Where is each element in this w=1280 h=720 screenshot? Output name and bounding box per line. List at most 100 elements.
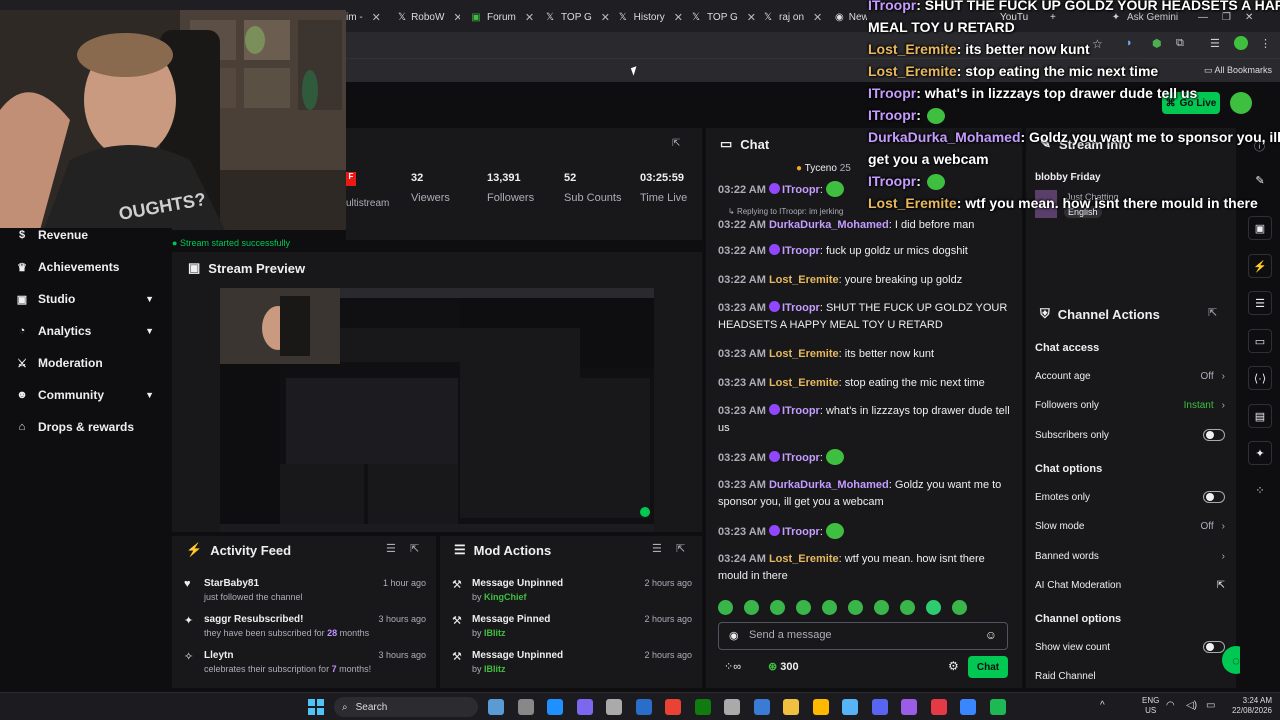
followers-only-row[interactable]: Followers only Instant › xyxy=(1035,394,1225,416)
close-tab-icon[interactable]: ✕ xyxy=(674,11,683,24)
browser-tab[interactable]: 𝕏 TOP G ✕ xyxy=(690,6,756,28)
mod-action-row[interactable]: ⚒ Message Unpinned by KingChief 2 hours ago xyxy=(440,578,702,614)
taskbar-app-icon[interactable] xyxy=(901,699,917,715)
taskbar-app-icon[interactable] xyxy=(753,699,770,715)
chat-settings-icon[interactable]: ◉ xyxy=(729,629,739,642)
taskbar-app-icon[interactable] xyxy=(724,699,740,715)
emote-picker-icon[interactable] xyxy=(718,600,733,615)
quick-action-tools-icon[interactable]: ✦ xyxy=(1248,441,1272,465)
sidebar-item-revenue[interactable]: $ Revenue xyxy=(0,219,172,251)
mod-action-row[interactable]: ⚒ Message Unpinned by IBlitz 2 hours ago xyxy=(440,650,702,686)
community-points-icon[interactable]: ⁘∞ xyxy=(724,660,741,673)
filter-icon[interactable]: ☰ xyxy=(652,542,662,555)
chat-message[interactable]: 03:23 AM Lost_Eremite: its better now ku… xyxy=(718,346,1014,363)
taskbar-app-icon[interactable] xyxy=(576,699,593,715)
battery-icon[interactable]: ▭ xyxy=(1206,700,1215,711)
chat-message[interactable]: 03:23 AM DurkaDurka_Mohamed: Goldz you w… xyxy=(718,477,1014,511)
emote-picker-icon[interactable] xyxy=(796,600,811,615)
chat-message[interactable]: 03:22 AM DurkaDurka_Mohamed: I did befor… xyxy=(718,217,1014,234)
language-indicator[interactable]: ENG US xyxy=(1142,696,1159,716)
filter-icon[interactable]: ☰ xyxy=(386,542,396,555)
chat-message[interactable]: 03:23 AM Lost_Eremite: stop eating the m… xyxy=(718,375,1014,392)
browser-tab[interactable]: 𝕏 RoboW ✕ xyxy=(398,6,460,28)
quick-action-video-icon[interactable]: ▣ xyxy=(1248,216,1272,240)
taskbar-app-icon[interactable] xyxy=(842,699,858,715)
sidebar-item-studio[interactable]: ▣ Studio ▼ xyxy=(0,283,172,315)
chat-input[interactable]: ◉ Send a message ☺ xyxy=(718,622,1008,650)
popout-icon[interactable]: ⇱ xyxy=(672,138,680,149)
taskbar-app-icon[interactable] xyxy=(930,699,947,715)
stream-preview-video[interactable] xyxy=(220,288,654,532)
send-chat-button[interactable]: Chat xyxy=(968,656,1008,678)
subscribers-only-toggle[interactable] xyxy=(1203,429,1225,441)
mod-action-row[interactable]: ⚒ Message Pinned by IBlitz 2 hours ago xyxy=(440,614,702,650)
activity-row[interactable]: ♥ StarBaby81 just followed the channel 1 ho… xyxy=(172,578,436,614)
chat-message[interactable]: 03:22 AM Lost_Eremite: youre breaking up… xyxy=(718,272,1014,289)
close-tab-icon[interactable]: ✕ xyxy=(453,11,460,24)
taskbar-app-icon[interactable] xyxy=(812,699,829,715)
activity-row[interactable]: ✦ saggr Resubscribed! they have been subsc… xyxy=(172,614,436,650)
browser-tab[interactable]: 𝕏 TOP G ✕ xyxy=(544,6,610,28)
emote-picker-icon[interactable] xyxy=(900,600,915,615)
taskbar-app-icon[interactable] xyxy=(665,699,681,715)
taskbar-app-icon[interactable] xyxy=(960,699,976,715)
emoji-icon[interactable]: ☺ xyxy=(985,628,997,642)
points-balance[interactable]: ⊛ 300 xyxy=(768,660,799,673)
emote-picker-icon[interactable] xyxy=(744,600,759,615)
taskbar-app-icon[interactable] xyxy=(694,699,711,715)
sidebar-item-drops-rewards[interactable]: ⌂ Drops & rewards xyxy=(0,411,172,443)
popout-icon[interactable]: ⇱ xyxy=(676,542,685,555)
wifi-icon[interactable]: ◠ xyxy=(1166,700,1175,711)
taskbar-app-icon[interactable] xyxy=(488,699,504,715)
sidebar-item-achievements[interactable]: ♛ Achievements xyxy=(0,251,172,283)
close-tab-icon[interactable]: ✕ xyxy=(525,11,534,24)
taskbar-app-icon[interactable] xyxy=(517,699,534,715)
close-tab-icon[interactable]: ✕ xyxy=(601,11,610,24)
chat-message[interactable]: 03:24 AM Lost_Eremite: wtf you mean. how… xyxy=(718,551,1014,585)
view-count-toggle[interactable] xyxy=(1203,641,1225,653)
emote-picker-icon[interactable] xyxy=(952,600,967,615)
chat-message[interactable]: 03:23 AM ITroopr: xyxy=(718,449,1014,467)
taskbar-app-icon[interactable] xyxy=(635,699,652,715)
emotes-only-toggle[interactable] xyxy=(1203,491,1225,503)
taskbar-search[interactable]: ⌕ Search xyxy=(334,697,478,717)
browser-tab[interactable]: im - ✕ xyxy=(346,6,390,28)
activity-row[interactable]: ✧ Lleytn celebrates their subscription for… xyxy=(172,650,436,686)
browser-tab[interactable]: 𝕏raj on ✕ xyxy=(762,6,828,28)
chat-message[interactable]: 03:22 AM ITroopr: fuck up goldz ur mics … xyxy=(718,243,1014,260)
emote-picker-icon[interactable] xyxy=(770,600,785,615)
taskbar-app-icon[interactable] xyxy=(783,699,799,715)
close-tab-icon[interactable]: ✕ xyxy=(747,11,756,24)
close-tab-icon[interactable]: ✕ xyxy=(372,11,381,24)
quick-action-list-icon[interactable]: ☰ xyxy=(1248,291,1272,315)
sidebar-item-analytics[interactable]: ◔ Analytics ▼ xyxy=(0,315,172,347)
browser-tab[interactable]: ◉ New xyxy=(835,6,867,28)
taskbar-app-icon[interactable] xyxy=(606,699,622,715)
close-tab-icon[interactable]: ✕ xyxy=(813,11,822,24)
sidebar-item-moderation[interactable]: ⚔ Moderation xyxy=(0,347,172,379)
emote-picker-icon[interactable] xyxy=(848,600,863,615)
gear-icon[interactable]: ⚙ xyxy=(948,659,959,673)
chevron-up-icon[interactable]: ^ xyxy=(1100,700,1105,711)
quick-action-stats-icon[interactable]: ▤ xyxy=(1248,404,1272,428)
start-button[interactable] xyxy=(308,699,324,715)
banned-words-row[interactable]: Banned words › xyxy=(1035,545,1225,567)
quick-action-chat-icon[interactable]: ▭ xyxy=(1248,329,1272,353)
taskbar-app-icon[interactable] xyxy=(547,699,563,715)
account-age-row[interactable]: Account age Off › xyxy=(1035,365,1225,387)
taskbar-app-icon[interactable] xyxy=(989,699,1006,715)
browser-tab[interactable]: 𝕏 History ✕ xyxy=(617,6,683,28)
quick-action-points-icon[interactable]: ⁘ xyxy=(1248,478,1272,502)
ai-moderation-row[interactable]: AI Chat Moderation ⇱ xyxy=(1035,574,1225,596)
emote-picker-icon[interactable] xyxy=(926,600,941,615)
popout-icon[interactable]: ⇱ xyxy=(410,542,419,555)
clock[interactable]: 3:24 AM 22/08/2026 xyxy=(1226,696,1272,716)
sidebar-item-community[interactable]: ☻ Community ▼ xyxy=(0,379,172,411)
volume-icon[interactable]: ◁) xyxy=(1186,700,1197,711)
raid-channel-row[interactable]: Raid Channel xyxy=(1035,665,1225,687)
chat-message[interactable]: 03:23 AM ITroopr: xyxy=(718,523,1014,541)
chat-message[interactable]: 03:23 AM ITroopr: what's in lizzzays top… xyxy=(718,403,1014,437)
slow-mode-row[interactable]: Slow mode Off › xyxy=(1035,515,1225,537)
quick-action-lightning-icon[interactable]: ⚡ xyxy=(1248,254,1272,278)
browser-tab[interactable]: ▣ Forum ✕ xyxy=(470,6,536,28)
